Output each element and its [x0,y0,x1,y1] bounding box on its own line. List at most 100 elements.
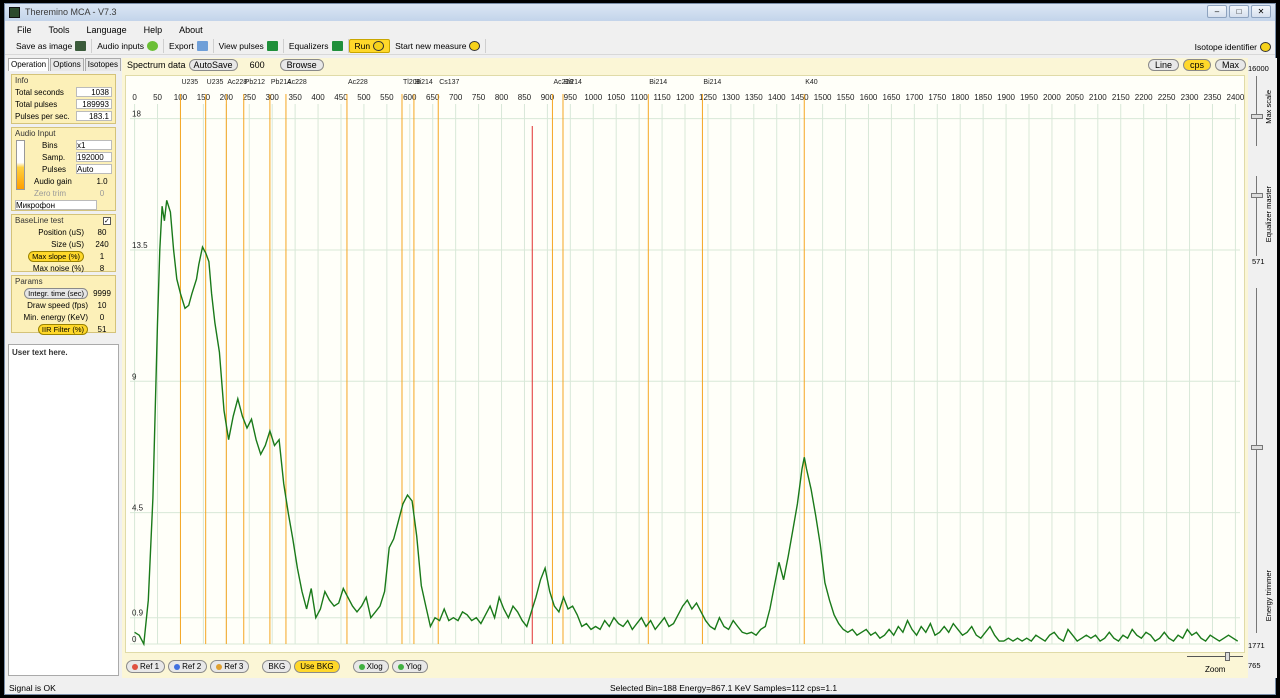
zoom-thumb[interactable] [1225,652,1230,661]
menu-about[interactable]: About [179,25,203,35]
size-value[interactable]: 240 [92,240,112,249]
start-new-measure-button[interactable]: Start new measure [390,39,487,53]
minimize-button[interactable]: – [1207,5,1227,18]
line-button[interactable]: Line [1147,59,1179,71]
view-pulses-button[interactable]: View pulses [214,39,284,53]
camera-icon [75,41,87,51]
pulses-select[interactable]: Auto [76,164,112,174]
integr-time-button[interactable]: Integr. time (sec) [24,287,88,299]
baseline-checkbox[interactable]: ✓ [103,217,111,225]
audio-input-group: Audio Input Bins x1 Samp. 192000 Pulses Aut… [11,127,116,211]
x-tick-label: 1450 [791,93,809,102]
menu-file[interactable]: File [17,25,32,35]
xlog-button[interactable]: Xlog [352,660,389,673]
audio-inputs-button[interactable]: Audio inputs [92,39,165,53]
device-select[interactable]: Микрофон [15,200,97,210]
max-scale-value: 16000 [1248,64,1269,73]
max-scale-slider[interactable] [1256,76,1257,146]
params-group: Params Integr. time (sec) 9999 Draw speed… [11,275,116,335]
energy-trimmer-thumb[interactable] [1251,445,1263,450]
x-tick-label: 500 [357,93,371,102]
ref2-dot [174,663,181,670]
max-scale-thumb[interactable] [1251,114,1263,119]
baseline-group: BaseLine test ✓ Position (uS) 80 Size (uS… [11,214,116,273]
max-slope-value[interactable]: 1 [92,252,112,261]
isotope-marker-label: Pb212 [245,79,265,86]
x-tick-label: 400 [311,93,325,102]
max-button[interactable]: Max [1214,59,1246,71]
window-title: Theremino MCA - V7.3 [25,7,117,17]
run-button[interactable]: Run [348,39,391,53]
selection-info: Selected Bin=188 Energy=867.1 KeV Sample… [610,683,838,693]
samp-select[interactable]: 192000 [76,152,112,162]
position-value[interactable]: 80 [92,228,112,237]
maximize-button[interactable]: □ [1229,5,1249,18]
browse-button[interactable]: Browse [279,59,324,71]
integr-time-value[interactable]: 9999 [92,289,112,298]
x-tick-label: 250 [243,93,257,102]
autosave-interval[interactable]: 600 [250,60,280,70]
total-pulses-value: 189993 [76,99,112,109]
user-text-area[interactable]: User text here. [8,344,119,676]
spectrum-plot[interactable]: 0 50 100 150 200 250 300 350 400 450 500 550 600 650 7… [125,75,1245,653]
left-panel: Operation Options Isotopes Info Total se… [8,58,121,344]
equalizers-button[interactable]: Equalizers [284,39,349,53]
tab-isotopes[interactable]: Isotopes [84,58,121,71]
ylog-button[interactable]: Ylog [391,660,428,673]
main-window: Theremino MCA - V7.3 – □ ✕ File Tools La… [4,3,1277,695]
export-label: Export [169,41,194,51]
x-tick-label: 150 [197,93,211,102]
zero-trim-value[interactable]: 0 [92,189,112,198]
zoom-control[interactable]: Zoom [1185,652,1245,676]
tab-operation[interactable]: Operation [8,58,50,71]
ref2-label: Ref 2 [182,662,202,671]
autosave-button[interactable]: AutoSave [188,59,238,71]
export-button[interactable]: Export [164,39,214,53]
ref2-button[interactable]: Ref 2 [168,660,208,673]
ref1-button[interactable]: Ref 1 [126,660,166,673]
equalizer-master-label: Equalizer master [1264,186,1273,243]
spectrum-title: Spectrum data [127,60,186,70]
audio-gain-value[interactable]: 1.0 [92,177,112,186]
bins-select[interactable]: x1 [76,140,112,150]
isotope-marker-label: Bi214 [415,79,433,86]
draw-speed-label: Draw speed (fps) [27,300,88,310]
tab-options[interactable]: Options [50,58,84,71]
y-tick-label: 0.9 [132,609,144,618]
x-tick-label: 2200 [1135,93,1153,102]
save-image-button[interactable]: Save as image [11,39,93,53]
x-tick-label: 1800 [951,93,969,102]
x-tick-label: 1900 [997,93,1015,102]
pulses-icon [266,41,278,51]
zoom-track[interactable] [1187,656,1243,657]
use-bkg-button[interactable]: Use BKG [294,660,340,673]
equalizer-master-thumb[interactable] [1251,193,1263,198]
energy-trimmer-slider[interactable] [1256,288,1257,633]
x-tick-label: 1750 [928,93,946,102]
ylog-label: Ylog [405,662,422,671]
toolbar: Save as image Audio inputs Export View p… [5,38,1275,55]
zoom-label: Zoom [1205,665,1226,674]
equalizer-icon [331,41,343,51]
spectrum-chart[interactable]: 0 50 100 150 200 250 300 350 400 450 500 550 600 650 7… [126,76,1245,652]
menu-language[interactable]: Language [87,25,127,35]
equalizer-master-slider[interactable] [1256,176,1257,256]
menu-help[interactable]: Help [144,25,163,35]
ref3-button[interactable]: Ref 3 [210,660,250,673]
draw-speed-value[interactable]: 10 [92,301,112,310]
isotope-marker-label: U235 [181,79,198,86]
menu-tools[interactable]: Tools [49,25,70,35]
cps-button[interactable]: cps [1182,59,1211,71]
isotope-identifier-button[interactable]: Isotope identifier [1195,38,1271,55]
max-slope-button[interactable]: Max slope (%) [28,250,84,262]
iir-filter-button[interactable]: IIR Filter (%) [37,323,88,335]
bkg-button[interactable]: BKG [262,660,292,673]
min-energy-value[interactable]: 0 [92,313,112,322]
max-noise-value[interactable]: 8 [92,264,112,273]
iir-filter-value[interactable]: 51 [92,325,112,334]
x-tick-label: 0 [132,93,137,102]
close-button[interactable]: ✕ [1251,5,1271,18]
x-tick-label: 700 [449,93,463,102]
x-tick-label: 950 [564,93,578,102]
min-energy-label: Min. energy (KeV) [23,312,88,322]
